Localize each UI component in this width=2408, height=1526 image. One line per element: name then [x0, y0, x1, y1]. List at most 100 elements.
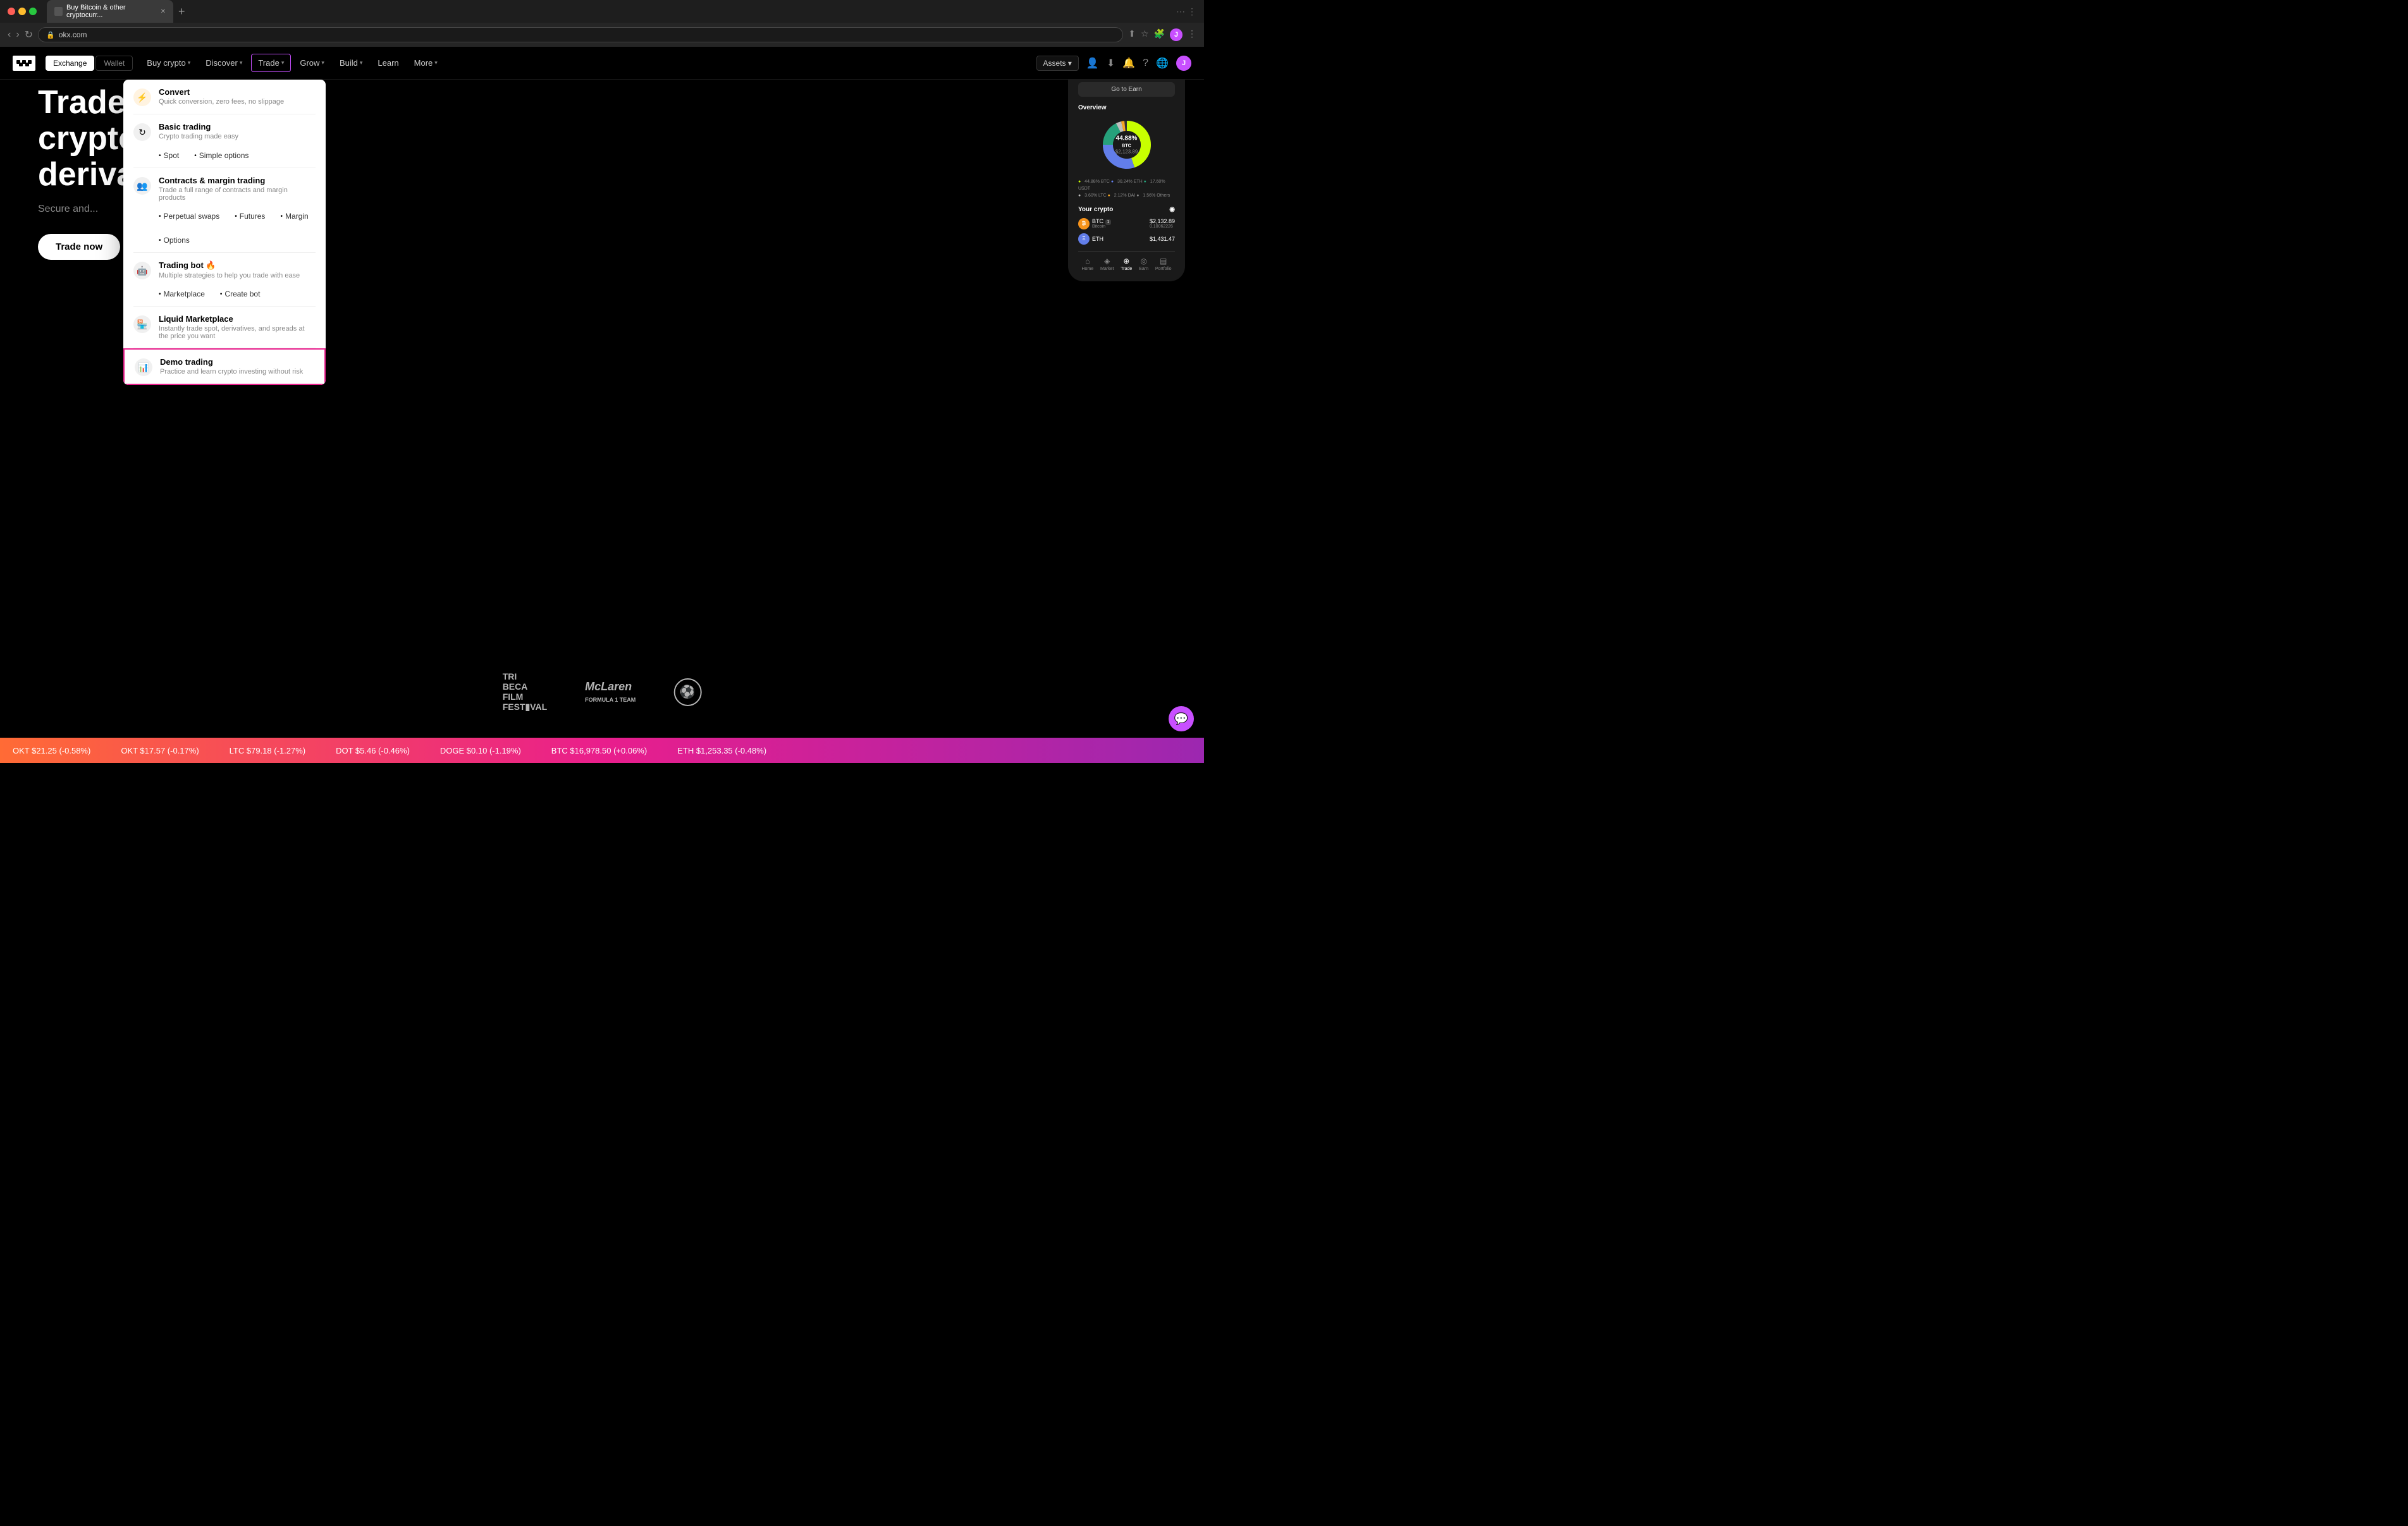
- eth-value: $1,431.47: [1150, 236, 1175, 242]
- nav-item-grow[interactable]: Grow ▾: [293, 54, 331, 71]
- nav-logo: [13, 56, 35, 71]
- forward-button[interactable]: ›: [16, 29, 19, 40]
- ticker-item-0: OKT $21.25 (-0.58%): [13, 746, 90, 755]
- trade-dropdown: ⚡ Convert Quick conversion, zero fees, n…: [123, 80, 326, 385]
- trading-bot-icon: 🤖: [133, 262, 151, 279]
- dropdown-liquid-marketplace[interactable]: 🏪 Liquid Marketplace Instantly trade spo…: [123, 307, 326, 348]
- ticker-item-5: BTC $16,978.50 (+0.06%): [551, 746, 647, 755]
- your-crypto-header: Your crypto ◉: [1078, 206, 1175, 213]
- new-tab-button[interactable]: +: [178, 5, 185, 18]
- nav-item-more[interactable]: More ▾: [408, 54, 444, 71]
- basic-trading-content: Basic trading Crypto trading made easy: [159, 122, 316, 140]
- spot-link[interactable]: Spot: [159, 151, 179, 160]
- ticker-label-5: BTC $16,978.50 (+0.06%): [551, 746, 647, 755]
- ticker-item-6: ETH $1,253.35 (-0.48%): [677, 746, 766, 755]
- marketplace-link[interactable]: Marketplace: [159, 290, 205, 298]
- browser-toolbar: ‹ › ↻ 🔒 okx.com ⬆ ☆ 🧩 J ⋮: [0, 23, 1204, 47]
- contracts-sub-items: Perpetual swaps Futures Margin Options: [123, 209, 326, 252]
- phone-nav-earn[interactable]: ◎ Earn: [1139, 257, 1148, 271]
- futures-link[interactable]: Futures: [235, 212, 265, 221]
- btc-info: ₿ BTC 1 Bitcoin: [1078, 218, 1111, 229]
- create-bot-link[interactable]: Create bot: [220, 290, 261, 298]
- ticker-label-2: LTC $79.18 (-1.27%): [230, 746, 305, 755]
- assets-button[interactable]: Assets ▾: [1036, 56, 1079, 71]
- user-avatar[interactable]: J: [1176, 56, 1191, 71]
- active-tab[interactable]: Buy Bitcoin & other cryptocurr... ✕: [47, 0, 173, 23]
- margin-link[interactable]: Margin: [280, 212, 308, 221]
- dropdown-basic-trading[interactable]: ↻ Basic trading Crypto trading made easy: [123, 114, 326, 149]
- liquid-marketplace-content: Liquid Marketplace Instantly trade spot,…: [159, 314, 316, 340]
- chevron-down-icon: ▾: [321, 59, 324, 66]
- perpetual-swaps-link[interactable]: Perpetual swaps: [159, 212, 219, 221]
- dropdown-convert[interactable]: ⚡ Convert Quick conversion, zero fees, n…: [123, 80, 326, 114]
- liquid-marketplace-title: Liquid Marketplace: [159, 314, 316, 324]
- btc-row: ₿ BTC 1 Bitcoin $2,132.89 0.10062226: [1078, 218, 1175, 229]
- simple-options-link[interactable]: Simple options: [194, 151, 249, 160]
- address-bar[interactable]: 🔒 okx.com: [38, 27, 1123, 42]
- dropdown-demo-trading[interactable]: 📊 Demo trading Practice and learn crypto…: [123, 348, 326, 385]
- dropdown-trading-bot[interactable]: 🤖 Trading bot 🔥 Multiple strategies to h…: [123, 253, 326, 287]
- chat-button[interactable]: 💬: [1169, 706, 1194, 731]
- tab-title: Buy Bitcoin & other cryptocurr...: [66, 4, 157, 19]
- toolbar-actions: ⬆ ☆ 🧩 J ⋮: [1128, 28, 1196, 41]
- btc-icon: ₿: [1078, 218, 1090, 229]
- crypto-filter-icon[interactable]: ◉: [1169, 206, 1175, 213]
- eth-details: ETH: [1092, 236, 1103, 242]
- minimize-button[interactable]: [18, 8, 26, 15]
- reload-button[interactable]: ↻: [25, 28, 33, 41]
- options-link[interactable]: Options: [159, 236, 190, 245]
- nav-item-build[interactable]: Build ▾: [333, 54, 369, 71]
- your-crypto-label: Your crypto: [1078, 206, 1113, 213]
- btc-value-group: $2,132.89 0.10062226: [1150, 218, 1175, 229]
- phone-nav-home[interactable]: ⌂ Home: [1081, 257, 1093, 271]
- nav-label-grow: Grow: [300, 58, 319, 68]
- phone-nav-portfolio[interactable]: ▤ Portfolio: [1155, 257, 1172, 271]
- ticker-label-1: OKT $17.57 (-0.17%): [121, 746, 199, 755]
- tab-close-button[interactable]: ✕: [161, 8, 166, 15]
- nav-item-trade[interactable]: Trade ▾: [251, 54, 291, 72]
- download-icon[interactable]: ⬇: [1107, 57, 1115, 70]
- help-icon[interactable]: ?: [1143, 58, 1148, 69]
- basic-trading-subtitle: Crypto trading made easy: [159, 133, 316, 140]
- btc-details: BTC 1 Bitcoin: [1092, 218, 1111, 229]
- market-icon: ◈: [1100, 257, 1114, 266]
- mclaren-logo: McLaren FORMULA 1 TEAM: [585, 680, 636, 704]
- dropdown-contracts-margin[interactable]: 👥 Contracts & margin trading Trade a ful…: [123, 168, 326, 209]
- exchange-tab[interactable]: Exchange: [46, 56, 94, 71]
- convert-icon: ⚡: [133, 89, 151, 106]
- nav-item-discover[interactable]: Discover ▾: [199, 54, 249, 71]
- nav-item-learn[interactable]: Learn: [371, 54, 405, 71]
- contracts-title: Contracts & margin trading: [159, 176, 316, 185]
- globe-icon[interactable]: 🌐: [1156, 57, 1169, 70]
- hero-cta-button[interactable]: Trade now: [38, 234, 120, 260]
- ticker-content: OKT $21.25 (-0.58%) OKT $17.57 (-0.17%) …: [0, 746, 779, 755]
- convert-title: Convert: [159, 87, 316, 97]
- close-button[interactable]: [8, 8, 15, 15]
- maximize-button[interactable]: [29, 8, 37, 15]
- okx-logo-icon: [13, 56, 35, 71]
- menu-icon[interactable]: ⋮: [1188, 28, 1196, 41]
- contracts-subtitle: Trade a full range of contracts and marg…: [159, 186, 316, 202]
- nav-item-buy-crypto[interactable]: Buy crypto ▾: [140, 54, 197, 71]
- ticker-label-6: ETH $1,253.35 (-0.48%): [677, 746, 766, 755]
- person-icon[interactable]: 👤: [1086, 57, 1099, 70]
- tab-favicon: [54, 7, 63, 16]
- back-button[interactable]: ‹: [8, 29, 11, 40]
- phone-nav-market[interactable]: ◈ Market: [1100, 257, 1114, 271]
- convert-content: Convert Quick conversion, zero fees, no …: [159, 87, 316, 106]
- share-icon[interactable]: ⬆: [1128, 28, 1136, 41]
- nav-label-learn: Learn: [378, 58, 398, 68]
- profile-icon[interactable]: J: [1170, 28, 1182, 41]
- assets-label: Assets: [1043, 59, 1066, 68]
- site-wrapper: Exchange Wallet Buy crypto ▾ Discover ▾ …: [0, 47, 1204, 763]
- go-earn-button[interactable]: Go to Earn: [1078, 82, 1175, 97]
- wallet-tab[interactable]: Wallet: [95, 56, 133, 71]
- bell-icon[interactable]: 🔔: [1122, 57, 1135, 70]
- bookmark-icon[interactable]: ☆: [1141, 28, 1149, 41]
- ticker-item-1: OKT $17.57 (-0.17%): [121, 746, 199, 755]
- eth-info: Ξ ETH: [1078, 233, 1103, 245]
- phone-nav-trade[interactable]: ⊕ Trade: [1121, 257, 1132, 271]
- extension-icon[interactable]: 🧩: [1154, 28, 1165, 41]
- ticker-item-2: LTC $79.18 (-1.27%): [230, 746, 305, 755]
- url-text: okx.com: [59, 30, 87, 39]
